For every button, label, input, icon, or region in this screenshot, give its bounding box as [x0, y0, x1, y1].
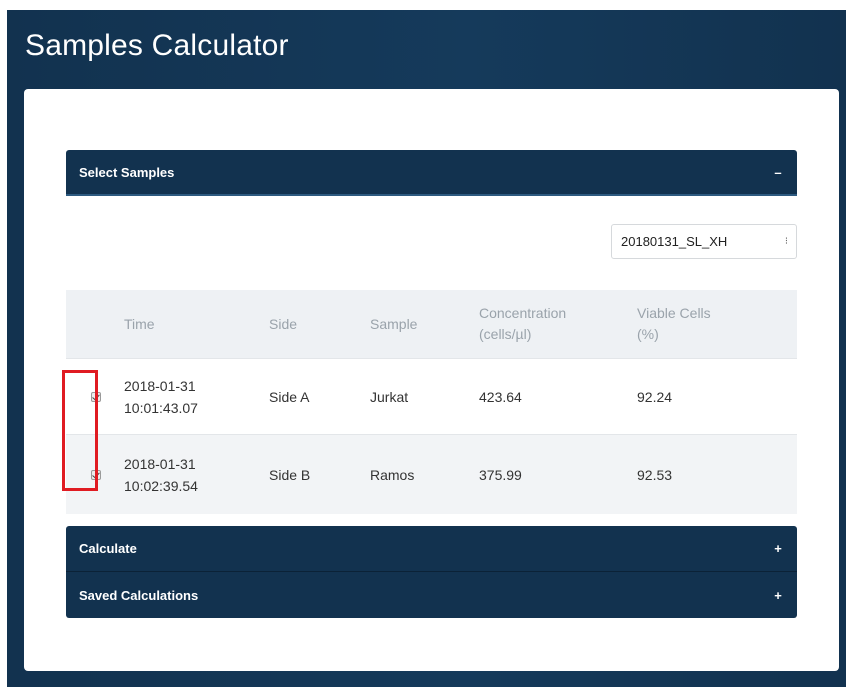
time-cell: 2018-01-31 10:02:39.54: [124, 453, 269, 497]
header-viable-line1: Viable Cells: [637, 305, 711, 321]
time-date: 2018-01-31: [124, 377, 196, 394]
header-concentration-line2: (cells/µl): [479, 326, 532, 342]
side-cell: Side A: [269, 388, 310, 405]
header-time: Time: [124, 315, 155, 332]
time-cell: 2018-01-31 10:01:43.07: [124, 375, 269, 419]
header-side: Side: [269, 315, 298, 332]
calculate-panel-header[interactable]: Calculate +: [66, 526, 797, 572]
table-row[interactable]: 2018-01-31 10:01:43.07 Side A Jurkat 423…: [66, 358, 797, 434]
sample-cell: Ramos: [370, 466, 415, 483]
time-clock: 10:01:43.07: [124, 399, 198, 416]
viable-cells-cell: 92.24: [637, 388, 673, 405]
time-clock: 10:02:39.54: [124, 477, 198, 494]
sample-file-select[interactable]: 20180131_SL_XH ⁝: [611, 224, 797, 259]
row-checkbox[interactable]: [91, 391, 101, 402]
viable-cells-cell: 92.53: [637, 466, 673, 483]
app-window: Samples Calculator Select Samples – 2018…: [0, 0, 846, 687]
saved-calculations-label: Saved Calculations: [79, 587, 199, 603]
header-viable-line2: (%): [637, 326, 659, 342]
side-cell: Side B: [269, 466, 311, 483]
samples-table: Time Side Sample Concentration (cells/µl…: [66, 290, 797, 514]
collapse-icon[interactable]: –: [771, 165, 785, 180]
expand-icon[interactable]: +: [771, 541, 785, 556]
header-concentration-line1: Concentration: [479, 305, 567, 321]
time-date: 2018-01-31: [124, 455, 196, 472]
saved-calculations-panel-header[interactable]: Saved Calculations +: [66, 572, 797, 618]
header-sample: Sample: [370, 315, 418, 332]
header-viable-cells: Viable Cells (%): [637, 303, 797, 345]
row-checkbox[interactable]: [91, 469, 101, 480]
select-arrows-icon: ⁝: [784, 236, 788, 247]
table-row[interactable]: 2018-01-31 10:02:39.54 Side B Ramos 375.…: [66, 434, 797, 514]
concentration-cell: 375.99: [479, 466, 522, 483]
sample-file-select-value: 20180131_SL_XH: [621, 234, 728, 249]
header-concentration: Concentration (cells/µl): [479, 303, 637, 345]
select-samples-label: Select Samples: [79, 164, 175, 180]
expand-icon[interactable]: +: [771, 588, 785, 603]
row-checkbox-cell: [66, 391, 124, 402]
sample-cell: Jurkat: [370, 388, 409, 405]
table-header-row: Time Side Sample Concentration (cells/µl…: [66, 290, 797, 358]
page-title: Samples Calculator: [25, 29, 289, 62]
row-checkbox-cell: [66, 469, 124, 480]
main-card: Select Samples – 20180131_SL_XH ⁝ Time S…: [24, 89, 839, 671]
select-samples-panel-header[interactable]: Select Samples –: [66, 150, 797, 196]
calculate-label: Calculate: [79, 541, 137, 556]
concentration-cell: 423.64: [479, 388, 522, 405]
